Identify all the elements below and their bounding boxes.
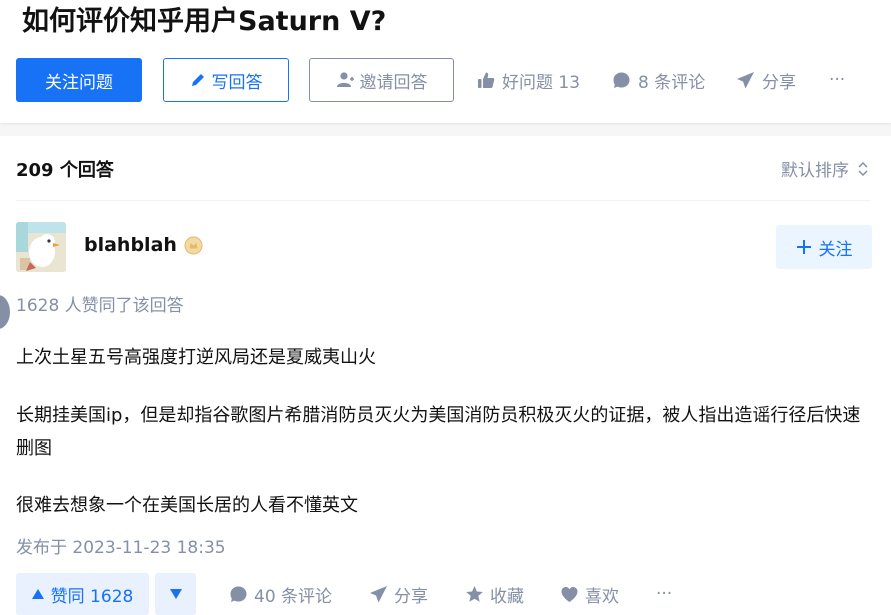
like-label: 喜欢: [585, 586, 619, 607]
author-name[interactable]: blahblah: [84, 234, 177, 256]
share-icon: [737, 71, 754, 88]
add-user-icon: [336, 72, 354, 87]
answer-paragraph: 长期挂美国ip，但是却指谷歌图片希腊消防员灭火为美国消防员积极灭火的证据，被人指…: [16, 405, 861, 459]
invite-answer-label: 邀请回答: [359, 72, 428, 93]
collect-label: 收藏: [490, 586, 524, 607]
sort-toggle-icon: [858, 161, 868, 176]
heart-icon: [561, 586, 578, 602]
good-question-button[interactable]: 好问题 13: [477, 60, 580, 100]
collect-button[interactable]: 收藏: [465, 573, 524, 615]
upvote-button[interactable]: 赞同 1628: [16, 573, 149, 615]
triangle-up-icon: [31, 589, 44, 599]
write-answer-label: 写回答: [211, 72, 263, 93]
badge-icon: [184, 236, 203, 254]
answer-count: 209 个回答: [16, 160, 114, 181]
good-question-label: 好问题 13: [502, 72, 581, 93]
avatar-image: [16, 222, 66, 272]
question-title: 如何评价知乎用户Saturn V?: [22, 6, 387, 37]
sort-label: 默认排序: [781, 161, 849, 181]
answer-paragraph: 很难去想象一个在美国长居的人看不懂英文: [16, 495, 358, 516]
share-icon: [370, 585, 387, 602]
follow-author-label: 关注: [818, 239, 853, 260]
triangle-down-icon: [169, 589, 182, 599]
like-button[interactable]: 喜欢: [560, 573, 619, 615]
question-share-label: 分享: [762, 72, 796, 93]
avatar[interactable]: [16, 222, 66, 272]
upvote-label: 赞同 1628: [50, 586, 134, 607]
follow-author-button[interactable]: 关注: [776, 225, 872, 269]
comment-icon: [613, 72, 630, 88]
answer-comments-button[interactable]: 40 条评论: [229, 573, 332, 615]
pencil-icon: [191, 74, 204, 86]
voters-summary: 1628 人赞同了该回答: [16, 296, 184, 316]
write-answer-button[interactable]: 写回答: [163, 58, 289, 102]
invite-answer-button[interactable]: 邀请回答: [309, 58, 454, 102]
star-icon: [466, 585, 483, 602]
plus-icon: [796, 240, 811, 254]
comment-icon: [230, 586, 247, 602]
divider: [16, 200, 871, 201]
author-info: blahblah: [84, 234, 203, 256]
follow-question-button[interactable]: 关注问题: [16, 58, 142, 102]
publish-time[interactable]: 发布于 2023-11-23 18:35: [16, 533, 226, 558]
question-comments-button[interactable]: 8 条评论: [612, 60, 705, 100]
answer-share-button[interactable]: 分享: [369, 573, 428, 615]
thumbs-up-icon: [478, 72, 495, 88]
downvote-button[interactable]: [155, 573, 196, 615]
sort-selector[interactable]: 默认排序: [781, 156, 869, 181]
answer-share-label: 分享: [394, 586, 428, 607]
side-scroll-handle[interactable]: [0, 295, 10, 329]
answer-more-button[interactable]: ···: [656, 573, 672, 615]
question-comments-label: 8 条评论: [638, 72, 706, 93]
answer-comments-label: 40 条评论: [254, 586, 333, 607]
answer-paragraph: 上次土星五号高强度打逆风局还是夏威夷山火: [16, 347, 376, 368]
question-more-button[interactable]: ···: [829, 60, 845, 100]
question-header: 如何评价知乎用户Saturn V? 关注问题 写回答 邀请回答 好问题 13 8…: [0, 0, 891, 123]
answer-list: 209 个回答 默认排序 blahblah 关注 1628 人赞同了该回答 上次…: [0, 136, 891, 615]
question-share-button[interactable]: 分享: [736, 60, 796, 100]
